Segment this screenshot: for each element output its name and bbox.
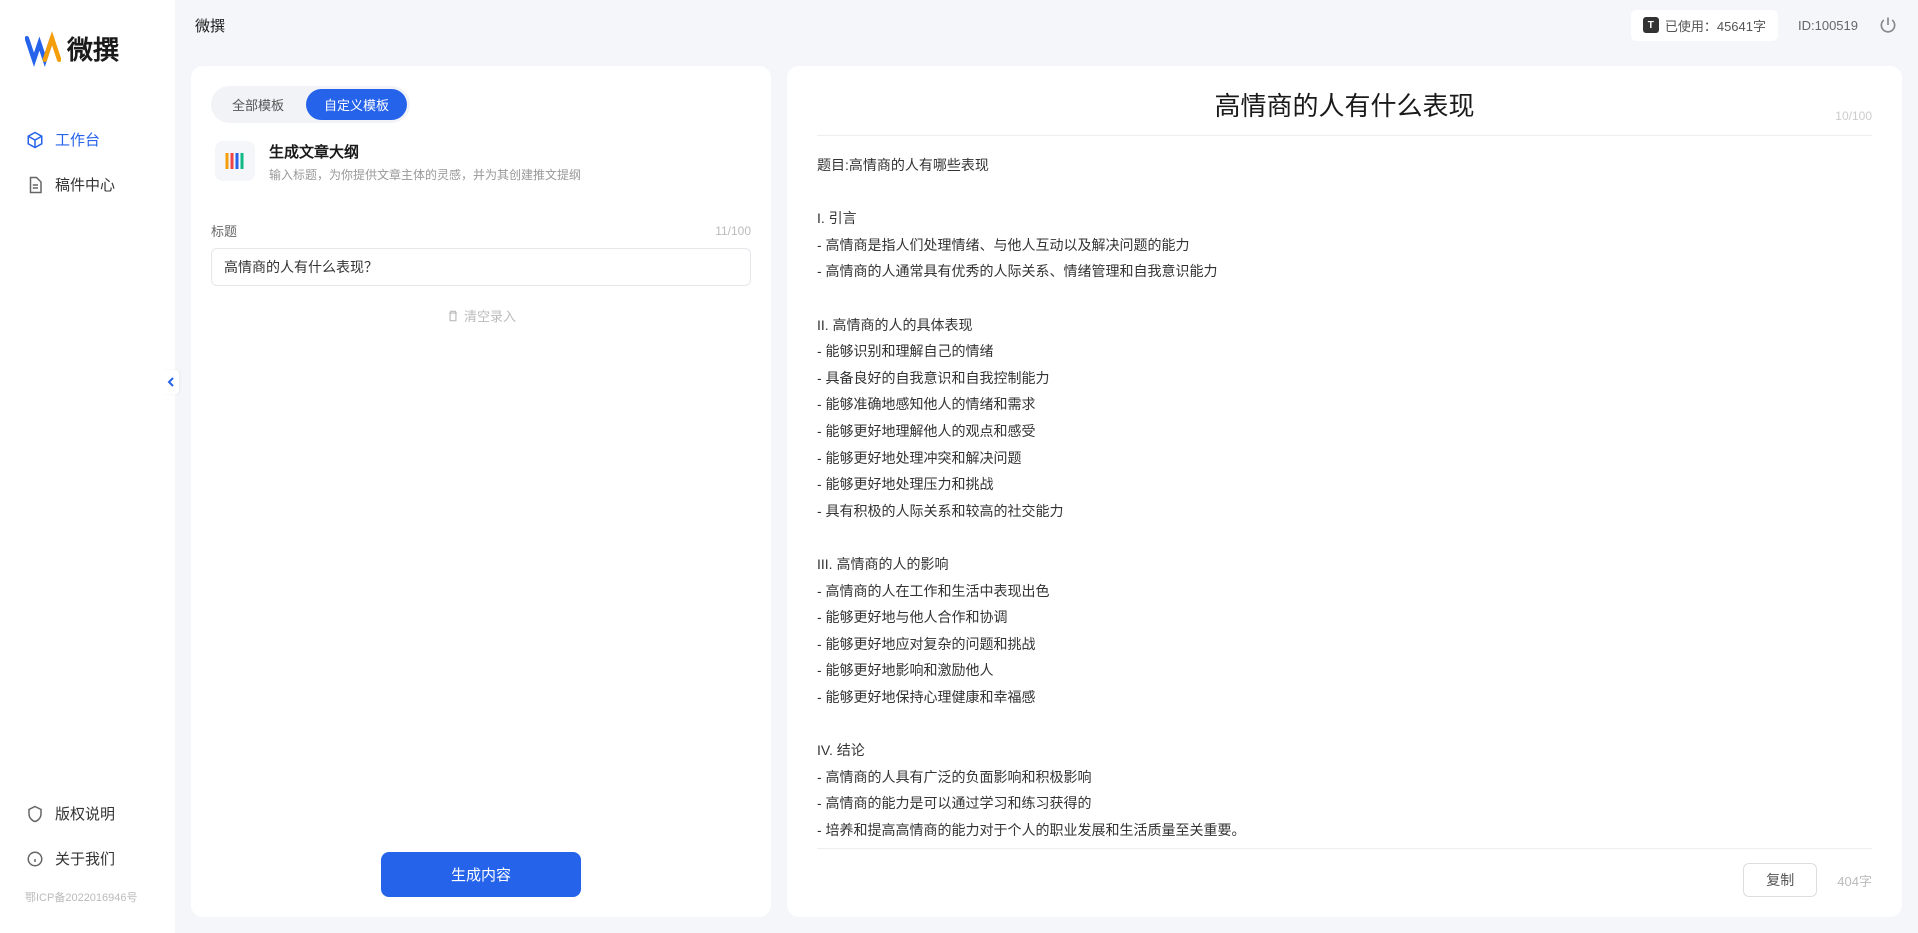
logo-text: 微撰 <box>67 30 119 67</box>
content-area: 全部模板 自定义模板 生成文章大纲 输入标题，为你提供文章主体的灵感，并为其创建… <box>175 50 1918 933</box>
copy-button[interactable]: 复制 <box>1743 863 1817 897</box>
icp-number: 鄂ICP备2022016946号 <box>0 881 175 913</box>
output-title: 高情商的人有什么表现 <box>1214 86 1474 123</box>
shield-icon <box>25 804 45 824</box>
tab-all-templates[interactable]: 全部模板 <box>214 89 302 120</box>
clear-button[interactable]: 清空录入 <box>211 306 751 325</box>
output-title-counter: 10/100 <box>1835 109 1872 123</box>
page-title: 微撰 <box>195 15 225 36</box>
usage-badge[interactable]: T 已使用：45641字 <box>1631 10 1778 41</box>
power-icon[interactable] <box>1878 15 1898 35</box>
output-body[interactable]: 题目:高情商的人有哪些表现 I. 引言 - 高情商是指人们处理情绪、与他人互动以… <box>817 152 1872 848</box>
title-input[interactable] <box>211 248 751 286</box>
sidebar-bottom: 版权说明 关于我们 鄂ICP备2022016946号 <box>0 791 175 933</box>
form-section: 标题 11/100 清空录入 <box>211 221 751 325</box>
template-info: 生成文章大纲 输入标题，为你提供文章主体的灵感，并为其创建推文提纲 <box>269 141 581 183</box>
trash-icon <box>446 309 460 323</box>
title-label: 标题 <box>211 221 237 240</box>
nav-label: 版权说明 <box>55 803 115 824</box>
topbar-right: T 已使用：45641字 ID:100519 <box>1631 10 1898 41</box>
generate-button[interactable]: 生成内容 <box>381 852 581 897</box>
nav-copyright[interactable]: 版权说明 <box>0 791 175 836</box>
clear-label: 清空录入 <box>464 306 516 325</box>
tab-custom-templates[interactable]: 自定义模板 <box>306 89 407 120</box>
output-panel: 高情商的人有什么表现 10/100 题目:高情商的人有哪些表现 I. 引言 - … <box>787 66 1902 917</box>
sidebar: 微撰 工作台 稿件中心 <box>0 0 175 933</box>
nav-about[interactable]: 关于我们 <box>0 836 175 881</box>
main: 微撰 T 已使用：45641字 ID:100519 全部模板 自定义模板 <box>175 0 1918 933</box>
template-title: 生成文章大纲 <box>269 141 581 162</box>
output-title-row: 高情商的人有什么表现 10/100 <box>817 86 1872 136</box>
cube-icon <box>25 130 45 150</box>
info-icon <box>25 849 45 869</box>
logo-icon <box>25 31 61 67</box>
text-icon: T <box>1643 17 1659 33</box>
nav-menu: 工作台 稿件中心 <box>0 87 175 791</box>
user-id: ID:100519 <box>1798 18 1858 33</box>
form-label-row: 标题 11/100 <box>211 221 751 240</box>
usage-text: 已使用：45641字 <box>1665 16 1766 35</box>
template-desc: 输入标题，为你提供文章主体的灵感，并为其创建推文提纲 <box>269 166 581 183</box>
template-icon <box>215 141 255 181</box>
logo: 微撰 <box>0 0 175 87</box>
topbar: 微撰 T 已使用：45641字 ID:100519 <box>175 0 1918 50</box>
template-card: 生成文章大纲 输入标题，为你提供文章主体的灵感，并为其创建推文提纲 <box>211 123 751 201</box>
nav-drafts[interactable]: 稿件中心 <box>0 162 175 207</box>
output-footer: 复制 404字 <box>817 848 1872 897</box>
input-panel: 全部模板 自定义模板 生成文章大纲 输入标题，为你提供文章主体的灵感，并为其创建… <box>191 66 771 917</box>
title-counter: 11/100 <box>715 224 751 238</box>
word-count: 404字 <box>1837 871 1872 890</box>
nav-workspace[interactable]: 工作台 <box>0 117 175 162</box>
nav-label: 关于我们 <box>55 848 115 869</box>
nav-label: 稿件中心 <box>55 174 115 195</box>
panel-left-bottom: 生成内容 <box>211 852 751 897</box>
template-tabs: 全部模板 自定义模板 <box>211 86 410 123</box>
nav-label: 工作台 <box>55 129 100 150</box>
doc-icon <box>25 175 45 195</box>
